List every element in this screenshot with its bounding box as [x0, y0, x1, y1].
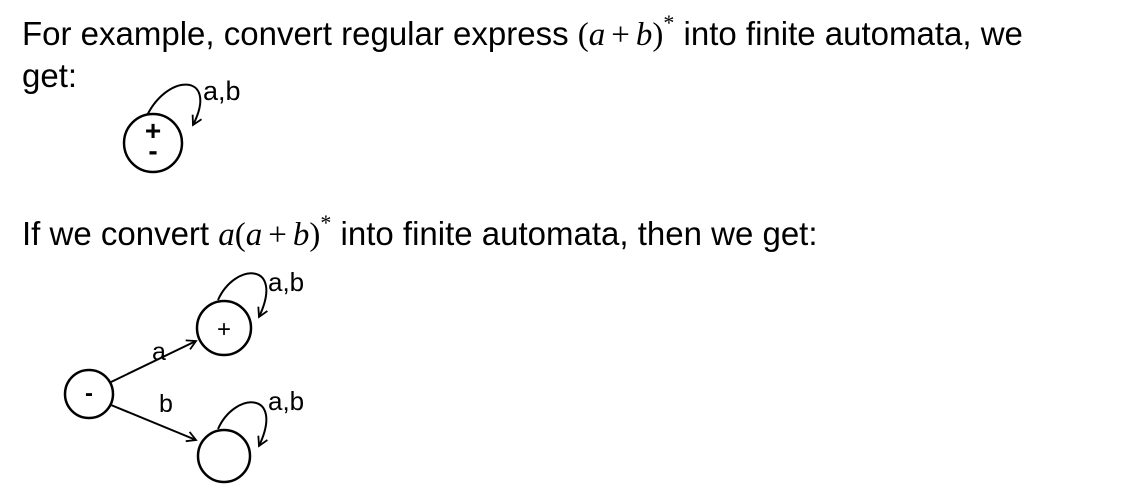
automata-diagrams: a,b + - - + a b a,b a,b — [63, 76, 304, 484]
transition-label-a: a — [152, 338, 166, 366]
transition-label-b: b — [159, 390, 173, 418]
dead-state — [196, 428, 252, 484]
start-state-mark: - — [85, 380, 93, 407]
self-loop-label: a,b — [203, 76, 241, 106]
dead-state-loop-label: a,b — [268, 386, 304, 416]
automaton-a-or-b-star: a,b + - — [122, 76, 241, 174]
final-state-mark: - — [148, 135, 157, 166]
automaton-a-then-a-or-b-star: - + a b a,b a,b — [63, 267, 304, 484]
final-state-loop-label: a,b — [268, 267, 304, 297]
final-state-mark: + — [217, 316, 231, 343]
transition-edge-b — [110, 404, 198, 443]
